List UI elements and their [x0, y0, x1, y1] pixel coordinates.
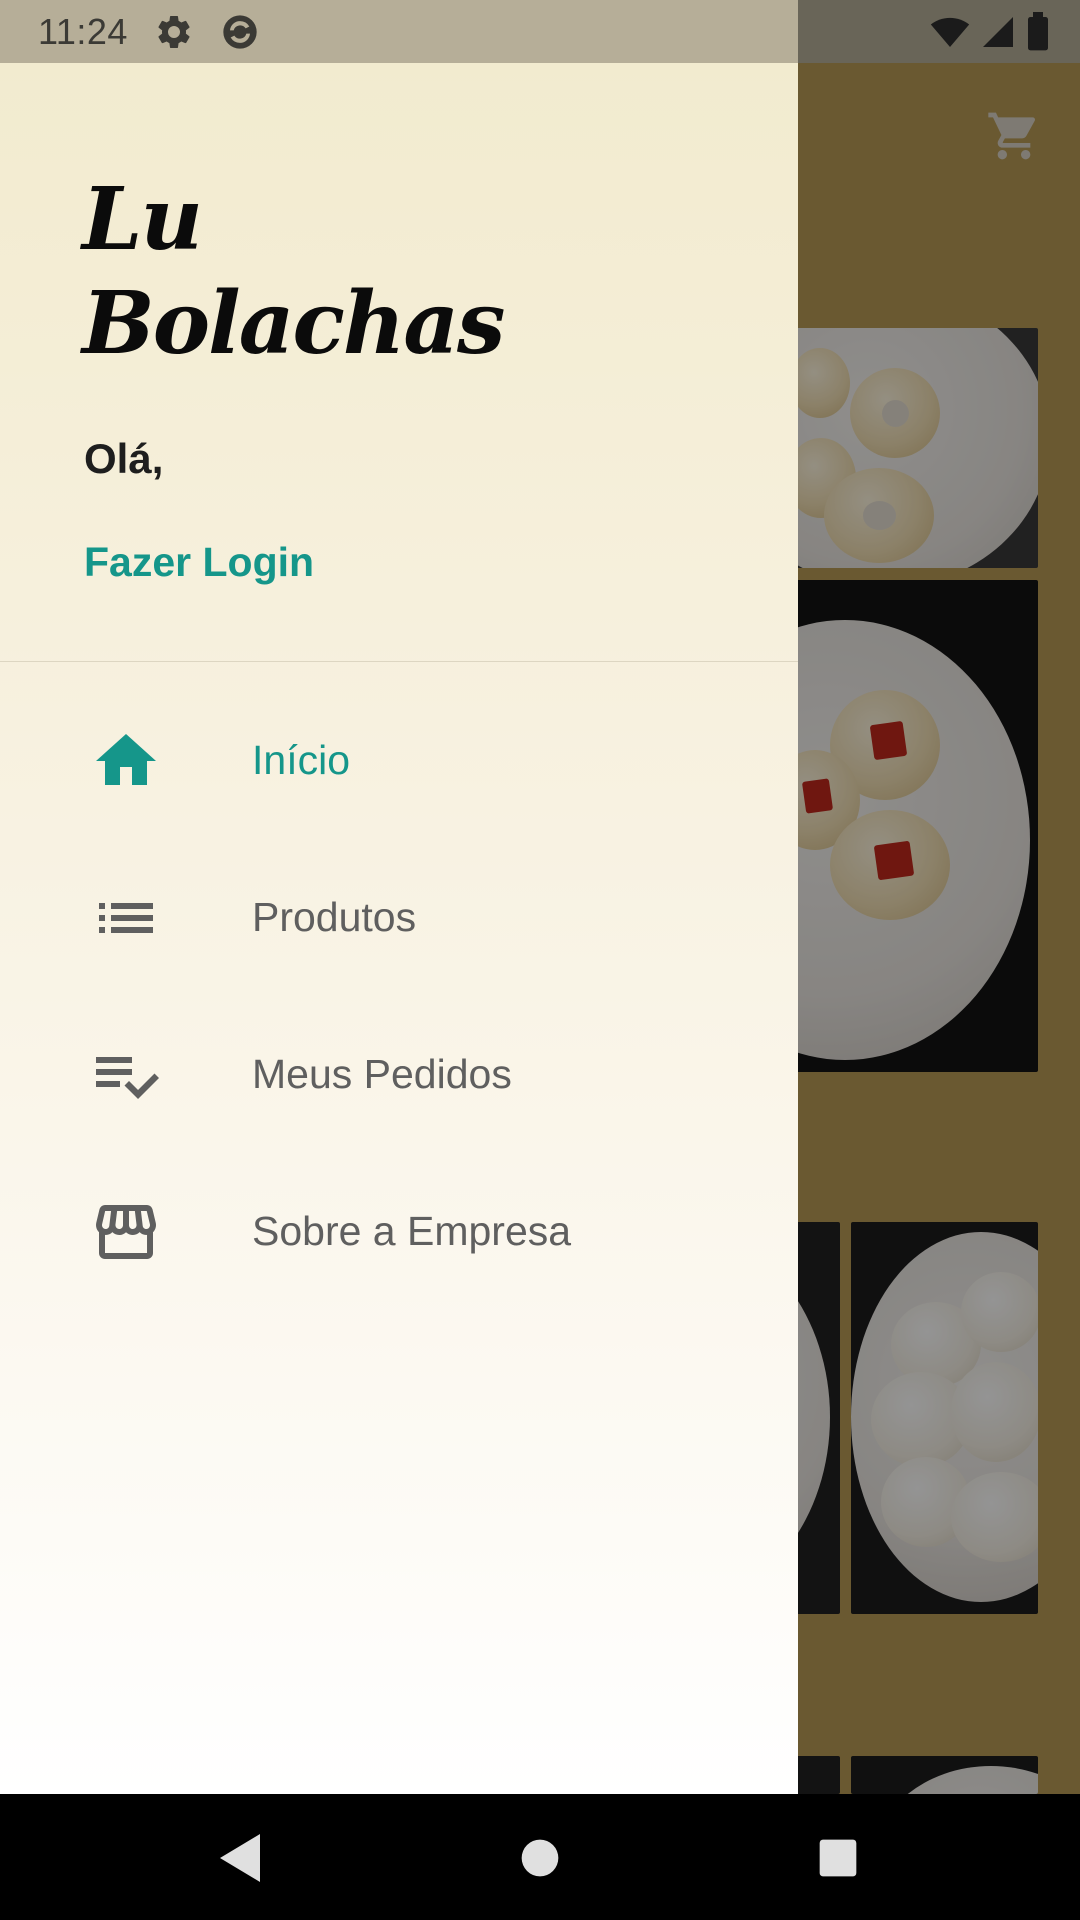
playlist-check-icon — [90, 1039, 162, 1111]
sync-icon — [223, 14, 257, 49]
system-navigation-bar — [0, 1794, 1080, 1920]
storefront-icon — [90, 1196, 162, 1268]
navigation-drawer: Lu Bolachas Olá, Fazer Login Início Prod… — [0, 63, 798, 1794]
menu-item-inicio[interactable]: Início — [0, 682, 798, 839]
drawer-header: Lu Bolachas Olá, Fazer Login — [0, 63, 798, 662]
menu-item-label: Meus Pedidos — [252, 1051, 512, 1097]
menu-item-label: Sobre a Empresa — [252, 1208, 572, 1254]
home-icon — [90, 725, 162, 797]
back-icon[interactable] — [212, 1830, 268, 1886]
greeting-text: Olá, — [84, 435, 164, 482]
list-icon — [90, 882, 162, 954]
brand-title: Lu Bolachas — [82, 168, 505, 376]
cell-signal-icon — [983, 17, 1013, 47]
menu-item-label: Produtos — [252, 894, 417, 940]
recents-icon[interactable] — [810, 1830, 866, 1886]
wifi-icon — [930, 17, 970, 47]
home-circle-icon[interactable] — [512, 1830, 568, 1886]
status-right-icons — [930, 12, 1050, 52]
settings-icon — [158, 15, 190, 48]
menu-item-sobre-a-empresa[interactable]: Sobre a Empresa — [0, 1153, 798, 1310]
brand-title-line1: Lu — [82, 169, 203, 270]
status-time: 11:24 — [38, 10, 128, 52]
brand-title-line2: Bolachas — [82, 273, 505, 374]
battery-icon — [1028, 12, 1048, 51]
drawer-menu: Início Produtos Meus Pedidos Sobre a Emp… — [0, 662, 798, 1310]
status-bar: 11:24 — [0, 0, 1080, 63]
menu-item-produtos[interactable]: Produtos — [0, 839, 798, 996]
menu-item-label: Início — [252, 737, 350, 783]
login-link[interactable]: Fazer Login — [84, 539, 314, 586]
menu-item-meus-pedidos[interactable]: Meus Pedidos — [0, 996, 798, 1153]
